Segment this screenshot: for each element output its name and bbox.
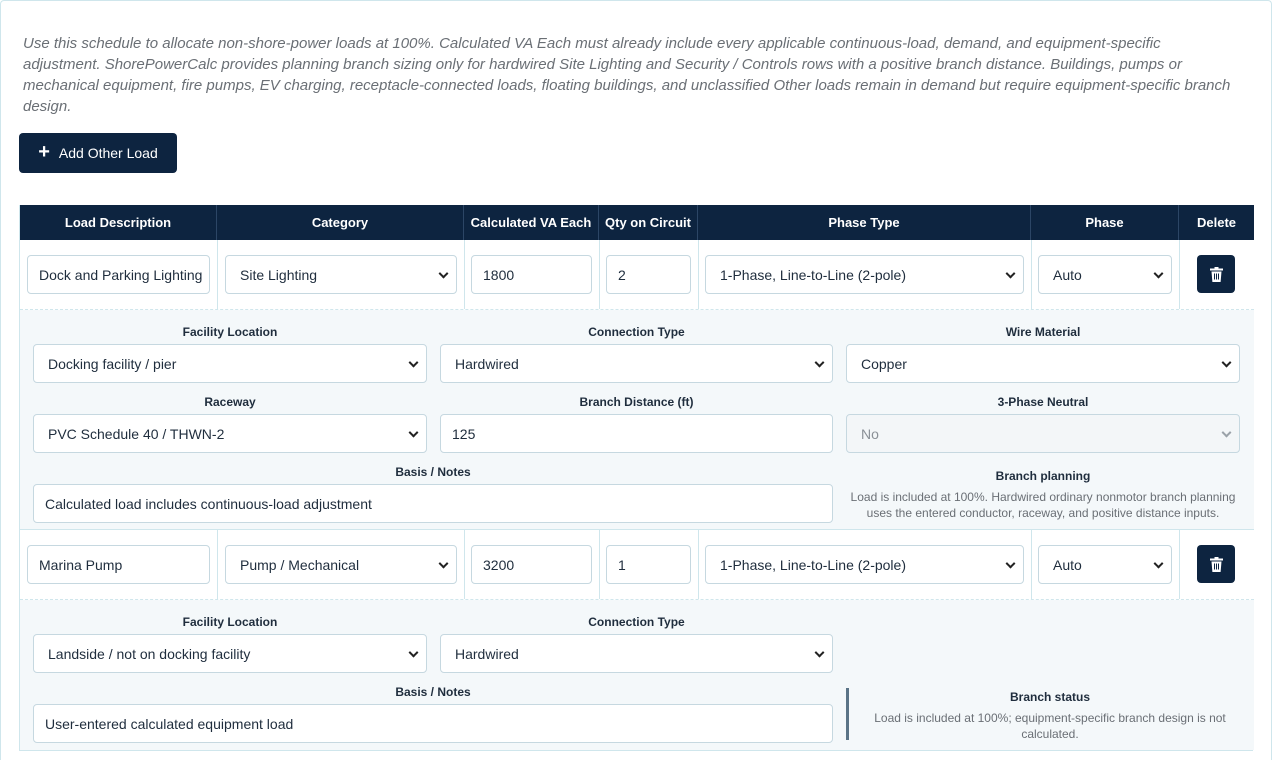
divider xyxy=(217,530,218,599)
divider xyxy=(1031,530,1032,599)
divider xyxy=(464,530,465,599)
branch-distance-label: Branch Distance (ft) xyxy=(579,395,694,409)
branch-status-text: Load is included at 100%; equipment-spec… xyxy=(874,711,1226,741)
facility-location-value: Landside / not on docking facility xyxy=(48,645,251,662)
three-phase-neutral-label: 3-Phase Neutral xyxy=(997,395,1089,409)
wire-material-select[interactable]: Copper xyxy=(846,344,1240,383)
add-other-load-button[interactable]: + Add Other Load xyxy=(19,133,177,173)
phase-select[interactable]: Auto xyxy=(1038,255,1172,294)
qty-input[interactable]: 2 xyxy=(606,255,691,294)
load-description-input[interactable]: Marina Pump xyxy=(27,545,210,584)
chevron-down-icon xyxy=(814,647,825,658)
row-detail-panel: Facility Location Landside / not on dock… xyxy=(20,600,1254,750)
basis-notes-input[interactable]: Calculated load includes continuous-load… xyxy=(33,484,833,523)
trash-icon xyxy=(1209,556,1223,572)
table-header: Load Description Category Calculated VA … xyxy=(20,205,1254,240)
qty-input[interactable]: 1 xyxy=(606,545,691,584)
divider xyxy=(464,240,465,309)
branch-status-info: Branch status Load is included at 100%; … xyxy=(856,689,1244,742)
calculated-va-input[interactable]: 3200 xyxy=(471,545,592,584)
col-qty: Qty on Circuit xyxy=(599,205,698,240)
phase-type-select[interactable]: 1-Phase, Line-to-Line (2-pole) xyxy=(705,545,1024,584)
facility-location-select[interactable]: Landside / not on docking facility xyxy=(33,634,427,673)
chevron-down-icon xyxy=(814,357,825,368)
col-phase-type: Phase Type xyxy=(698,205,1031,240)
divider xyxy=(599,240,600,309)
phase-select[interactable]: Auto xyxy=(1038,545,1172,584)
col-phase: Phase xyxy=(1031,205,1179,240)
calculated-va-input[interactable]: 1800 xyxy=(471,255,592,294)
divider xyxy=(1031,240,1032,309)
three-phase-neutral-value: No xyxy=(861,425,879,442)
divider xyxy=(698,240,699,309)
load-description-input[interactable]: Dock and Parking Lighting xyxy=(27,255,210,294)
phase-type-value: 1-Phase, Line-to-Line (2-pole) xyxy=(720,266,906,283)
connection-type-select[interactable]: Hardwired xyxy=(440,344,833,383)
basis-notes-input[interactable]: User-entered calculated equipment load xyxy=(33,704,833,743)
facility-location-value: Docking facility / pier xyxy=(48,355,177,372)
basis-notes-label: Basis / Notes xyxy=(395,465,471,479)
col-category: Category xyxy=(217,205,464,240)
raceway-label: Raceway xyxy=(204,395,256,409)
basis-notes-label: Basis / Notes xyxy=(395,685,471,699)
facility-location-select[interactable]: Docking facility / pier xyxy=(33,344,427,383)
divider xyxy=(1179,530,1180,599)
category-value: Pump / Mechanical xyxy=(240,556,360,573)
chevron-down-icon xyxy=(1153,558,1164,569)
chevron-down-icon xyxy=(1221,357,1232,368)
table-row: Marina Pump Pump / Mechanical 3200 1 1-P… xyxy=(20,530,1254,600)
connection-type-label: Connection Type xyxy=(588,615,685,629)
chevron-down-icon xyxy=(1153,268,1164,279)
phase-value: Auto xyxy=(1053,556,1082,573)
status-accent-bar xyxy=(846,688,849,740)
category-select[interactable]: Pump / Mechanical xyxy=(225,545,457,584)
add-other-load-label: Add Other Load xyxy=(58,145,158,161)
col-delete: Delete xyxy=(1196,215,1237,230)
category-select[interactable]: Site Lighting xyxy=(225,255,457,294)
raceway-value: PVC Schedule 40 / THWN-2 xyxy=(48,425,225,442)
category-value: Site Lighting xyxy=(240,266,318,283)
phase-type-value: 1-Phase, Line-to-Line (2-pole) xyxy=(720,556,906,573)
col-calculated-va: Calculated VA Each xyxy=(464,205,599,240)
other-loads-table: Load Description Category Calculated VA … xyxy=(19,205,1254,751)
trash-icon xyxy=(1209,266,1223,282)
three-phase-neutral-select: No xyxy=(846,414,1240,453)
divider xyxy=(599,530,600,599)
chevron-down-icon xyxy=(408,357,419,368)
branch-planning-text: Load is included at 100%. Hardwired ordi… xyxy=(850,490,1236,520)
branch-distance-input[interactable]: 125 xyxy=(440,414,833,453)
connection-type-value: Hardwired xyxy=(455,645,519,662)
row-detail-panel: Facility Location Docking facility / pie… xyxy=(20,310,1254,530)
facility-location-label: Facility Location xyxy=(182,615,278,629)
delete-row-button[interactable] xyxy=(1197,255,1235,293)
col-load-description: Load Description xyxy=(20,205,217,240)
phase-value: Auto xyxy=(1053,266,1082,283)
chevron-down-icon xyxy=(438,268,449,279)
connection-type-label: Connection Type xyxy=(588,325,685,339)
divider xyxy=(217,240,218,309)
connection-type-value: Hardwired xyxy=(455,355,519,372)
chevron-down-icon xyxy=(1221,427,1232,438)
chevron-down-icon xyxy=(408,427,419,438)
branch-planning-info: Branch planning Load is included at 100%… xyxy=(842,468,1244,521)
phase-type-select[interactable]: 1-Phase, Line-to-Line (2-pole) xyxy=(705,255,1024,294)
branch-planning-title: Branch planning xyxy=(995,469,1091,483)
chevron-down-icon xyxy=(408,647,419,658)
delete-row-button[interactable] xyxy=(1197,545,1235,583)
wire-material-value: Copper xyxy=(861,355,907,372)
table-row: Dock and Parking Lighting Site Lighting … xyxy=(20,240,1254,310)
connection-type-select[interactable]: Hardwired xyxy=(440,634,833,673)
wire-material-label: Wire Material xyxy=(1005,325,1081,339)
divider xyxy=(698,530,699,599)
intro-text: Use this schedule to allocate non-shore-… xyxy=(23,35,1231,115)
branch-status-title: Branch status xyxy=(1009,690,1091,704)
divider xyxy=(1179,240,1180,309)
raceway-select[interactable]: PVC Schedule 40 / THWN-2 xyxy=(33,414,427,453)
chevron-down-icon xyxy=(1005,558,1016,569)
chevron-down-icon xyxy=(1005,268,1016,279)
chevron-down-icon xyxy=(438,558,449,569)
facility-location-label: Facility Location xyxy=(182,325,278,339)
plus-icon: + xyxy=(38,141,50,163)
